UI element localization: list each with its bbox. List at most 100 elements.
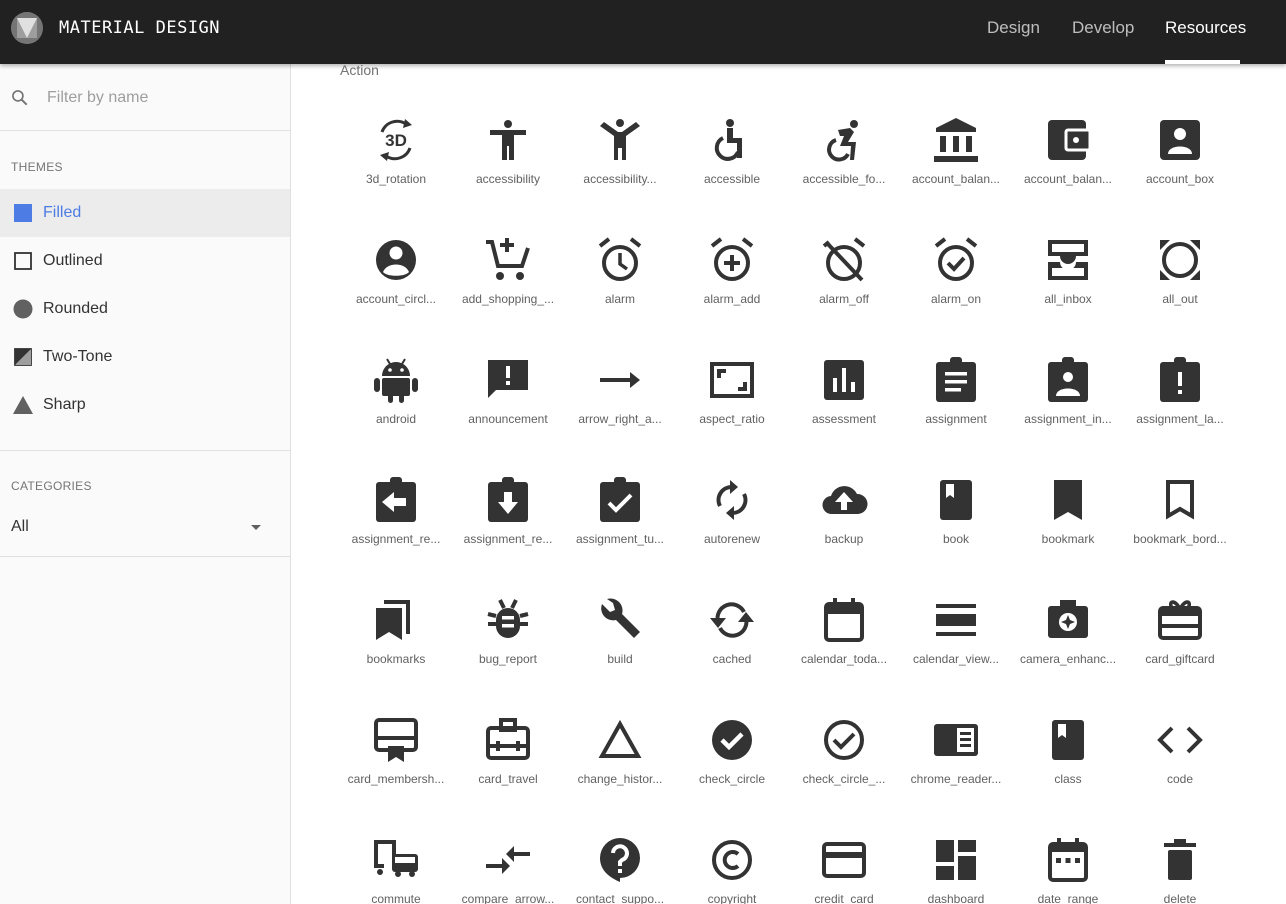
icon-tile[interactable]: copyright bbox=[682, 824, 782, 904]
assignment-icon bbox=[932, 356, 980, 404]
icon-tile[interactable]: account_balan... bbox=[906, 104, 1006, 204]
icon-tile[interactable]: chrome_reader... bbox=[906, 704, 1006, 804]
nav-resources[interactable]: Resources bbox=[1165, 18, 1246, 38]
assignment-late-icon bbox=[1156, 356, 1204, 404]
icon-tile[interactable]: assignment_la... bbox=[1130, 344, 1230, 444]
icon-tile[interactable]: account_balan... bbox=[1018, 104, 1118, 204]
icon-tile[interactable]: commute bbox=[346, 824, 446, 904]
outlined-square-icon bbox=[14, 252, 32, 270]
theme-two-tone[interactable]: Two-Tone bbox=[0, 333, 290, 381]
icon-tile[interactable]: account_box bbox=[1130, 104, 1230, 204]
icon-tile-label: accessibility... bbox=[583, 172, 657, 186]
icon-tile-label: account_box bbox=[1145, 172, 1215, 186]
icon-tile[interactable]: check_circle bbox=[682, 704, 782, 804]
icon-tile[interactable]: backup bbox=[794, 464, 894, 564]
icon-tile[interactable]: compare_arrow... bbox=[458, 824, 558, 904]
theme-rounded[interactable]: Rounded bbox=[0, 285, 290, 333]
icon-tile[interactable]: alarm_on bbox=[906, 224, 1006, 324]
icon-tile[interactable]: accessible bbox=[682, 104, 782, 204]
compare-arrows-icon bbox=[484, 836, 532, 884]
categories-heading: CATEGORIES bbox=[11, 479, 92, 493]
icon-tile[interactable]: 3D 3d_rotation bbox=[346, 104, 446, 204]
search-input[interactable] bbox=[47, 86, 277, 110]
sidebar: THEMES Filled Outlined Rounded Two-Tone … bbox=[0, 64, 291, 904]
icon-tile[interactable]: account_circl... bbox=[346, 224, 446, 324]
icon-tile[interactable]: all_inbox bbox=[1018, 224, 1118, 324]
icon-tile[interactable]: change_histor... bbox=[570, 704, 670, 804]
android-icon bbox=[372, 356, 420, 404]
dashboard-icon bbox=[932, 836, 980, 884]
icon-tile[interactable]: code bbox=[1130, 704, 1230, 804]
icon-tile[interactable]: assignment_tu... bbox=[570, 464, 670, 564]
commute-icon bbox=[372, 836, 420, 884]
icon-tile-label: cached bbox=[712, 652, 752, 666]
icon-tile[interactable]: calendar_view... bbox=[906, 584, 1006, 684]
icon-tile[interactable]: add_shopping_... bbox=[458, 224, 558, 324]
icon-tile[interactable]: bug_report bbox=[458, 584, 558, 684]
nav-develop[interactable]: Develop bbox=[1072, 18, 1134, 38]
icon-tile[interactable]: autorenew bbox=[682, 464, 782, 564]
camera-enhance-icon bbox=[1044, 596, 1092, 644]
category-heading: Action bbox=[340, 64, 379, 78]
delete-icon bbox=[1156, 836, 1204, 884]
icon-tile-label: class bbox=[1054, 772, 1082, 786]
icon-tile[interactable]: card_giftcard bbox=[1130, 584, 1230, 684]
icon-tile[interactable]: calendar_toda... bbox=[794, 584, 894, 684]
icon-tile[interactable]: alarm_add bbox=[682, 224, 782, 324]
theme-filled[interactable]: Filled bbox=[0, 189, 290, 237]
icon-tile[interactable]: date_range bbox=[1018, 824, 1118, 904]
icon-tile[interactable]: dashboard bbox=[906, 824, 1006, 904]
icon-tile[interactable]: check_circle_... bbox=[794, 704, 894, 804]
add-shopping-cart-icon bbox=[484, 236, 532, 284]
icon-tile[interactable]: alarm_off bbox=[794, 224, 894, 324]
icon-tile[interactable]: delete bbox=[1130, 824, 1230, 904]
backup-icon bbox=[820, 476, 868, 524]
icon-tile[interactable]: accessibility... bbox=[570, 104, 670, 204]
icon-tile[interactable]: assignment_in... bbox=[1018, 344, 1118, 444]
brand-title[interactable]: MATERIAL DESIGN bbox=[59, 18, 220, 38]
icon-tile[interactable]: card_travel bbox=[458, 704, 558, 804]
icon-tile[interactable]: class bbox=[1018, 704, 1118, 804]
theme-outlined[interactable]: Outlined bbox=[0, 237, 290, 285]
theme-sharp[interactable]: Sharp bbox=[0, 381, 290, 429]
icon-tile[interactable]: all_out bbox=[1130, 224, 1230, 324]
icon-tile[interactable]: android bbox=[346, 344, 446, 444]
icon-tile[interactable]: alarm bbox=[570, 224, 670, 324]
icon-tile[interactable]: assignment_re... bbox=[458, 464, 558, 564]
theme-label: Outlined bbox=[43, 252, 103, 269]
category-select[interactable]: All bbox=[0, 508, 290, 556]
icon-tile[interactable]: camera_enhanc... bbox=[1018, 584, 1118, 684]
material-logo-icon[interactable] bbox=[11, 12, 43, 44]
card-membership-icon bbox=[372, 716, 420, 764]
icon-tile[interactable]: cached bbox=[682, 584, 782, 684]
icon-tile[interactable]: contact_suppo... bbox=[570, 824, 670, 904]
icon-tile[interactable]: arrow_right_a... bbox=[570, 344, 670, 444]
icon-tile[interactable]: announcement bbox=[458, 344, 558, 444]
icon-tile-label: card_giftcard bbox=[1145, 652, 1215, 666]
icon-tile[interactable]: book bbox=[906, 464, 1006, 564]
icon-tile[interactable]: credit_card bbox=[794, 824, 894, 904]
icon-tile[interactable]: build bbox=[570, 584, 670, 684]
icon-tile[interactable]: bookmark_bord... bbox=[1130, 464, 1230, 564]
icon-tile[interactable]: assignment_re... bbox=[346, 464, 446, 564]
icon-tile-label: compare_arrow... bbox=[461, 892, 555, 904]
accessible-icon bbox=[708, 116, 756, 164]
icon-tile-label: credit_card bbox=[814, 892, 874, 904]
all-out-icon bbox=[1156, 236, 1204, 284]
icon-tile[interactable]: accessibility bbox=[458, 104, 558, 204]
nav-design[interactable]: Design bbox=[987, 18, 1040, 38]
icon-tile[interactable]: aspect_ratio bbox=[682, 344, 782, 444]
icon-tile[interactable]: card_membersh... bbox=[346, 704, 446, 804]
icon-tile-label: all_out bbox=[1162, 292, 1198, 306]
icon-tile[interactable]: assessment bbox=[794, 344, 894, 444]
bookmark-border-icon bbox=[1156, 476, 1204, 524]
icon-tile[interactable]: accessible_fo... bbox=[794, 104, 894, 204]
sidebar-divider bbox=[0, 556, 290, 557]
icon-tile[interactable]: assignment bbox=[906, 344, 1006, 444]
svg-text:3D: 3D bbox=[385, 131, 407, 150]
icon-tile-label: contact_suppo... bbox=[575, 892, 665, 904]
accessible-forward-icon bbox=[820, 116, 868, 164]
icon-tile[interactable]: bookmark bbox=[1018, 464, 1118, 564]
icon-tile-label: build bbox=[607, 652, 633, 666]
icon-tile[interactable]: bookmarks bbox=[346, 584, 446, 684]
